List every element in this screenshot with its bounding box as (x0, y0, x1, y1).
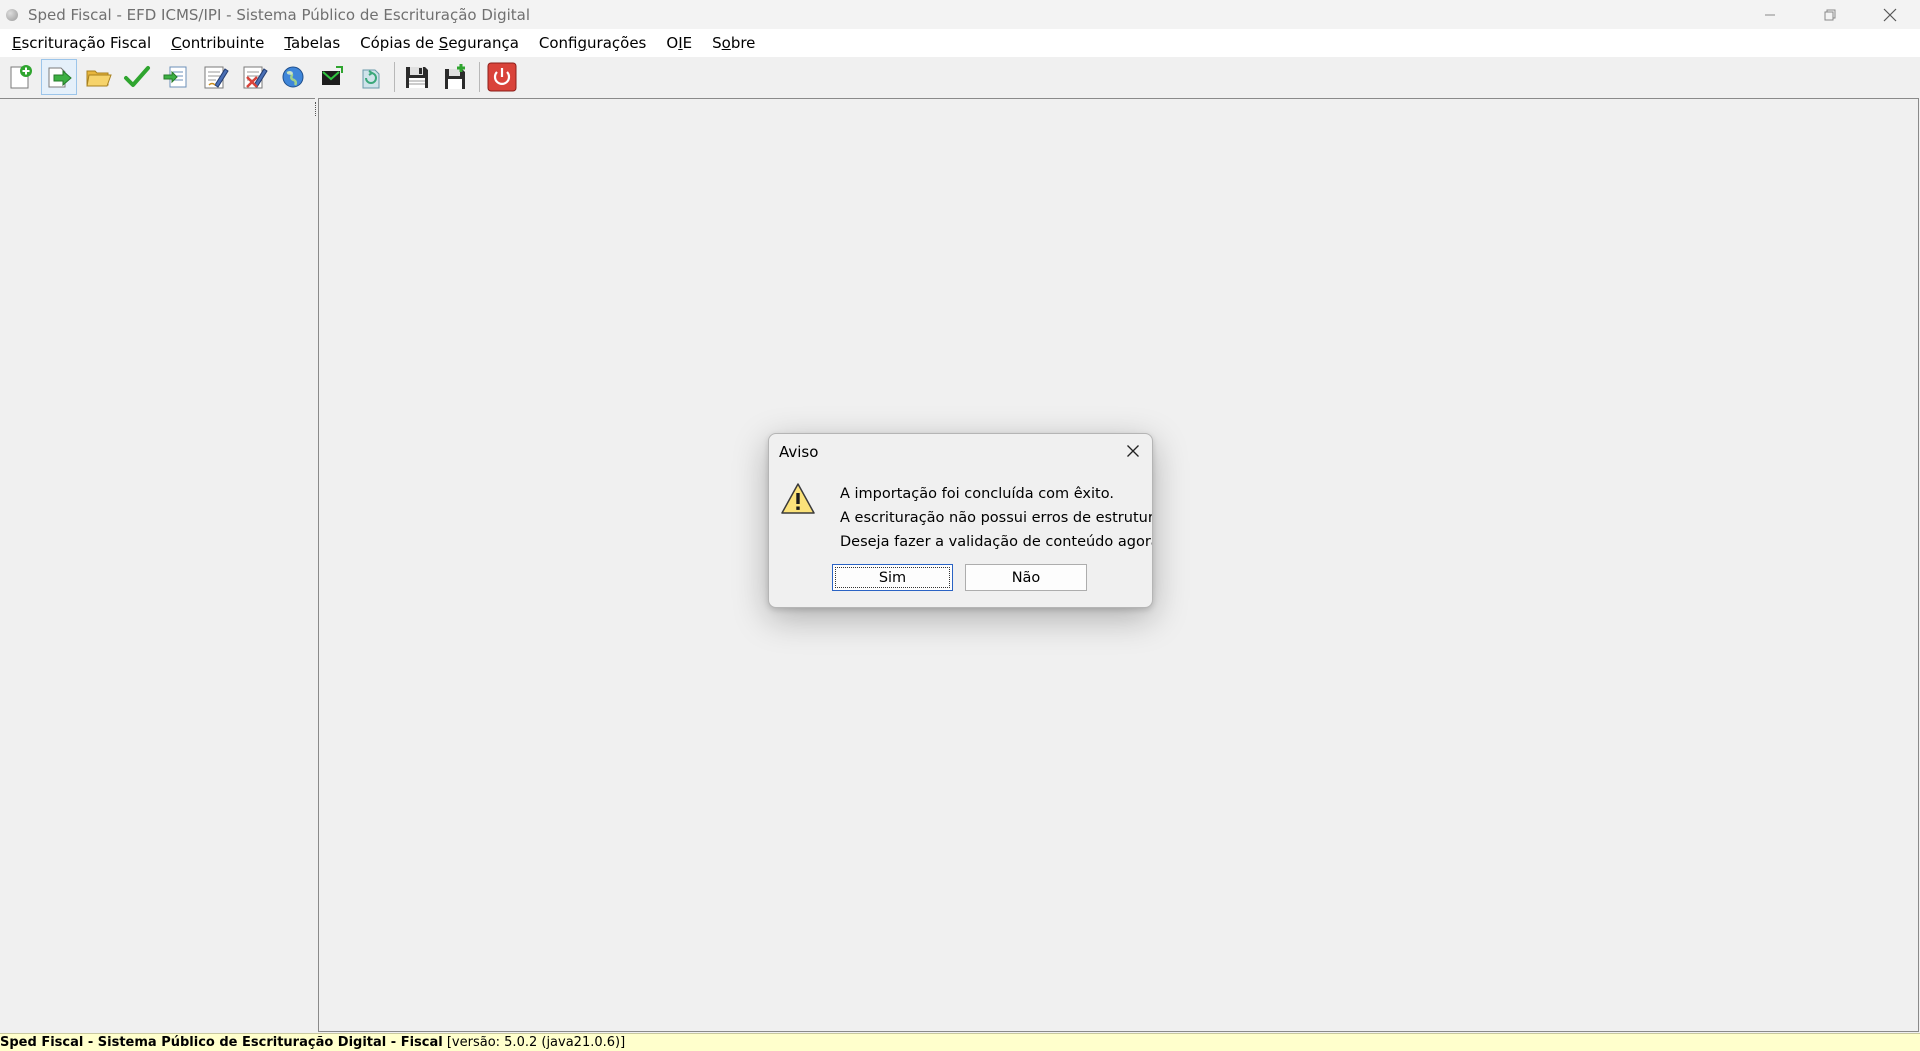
validate-button[interactable] (119, 59, 155, 95)
menu-label: abelas (291, 34, 341, 52)
new-button[interactable] (2, 59, 38, 95)
restore-icon (1824, 9, 1836, 20)
menu-label: E (682, 34, 693, 52)
no-button-label: Não (1011, 569, 1041, 586)
backup-save-icon (406, 66, 428, 88)
menu-bar: Escrituração Fiscal Contribuinte Tabelas… (0, 29, 1920, 57)
status-version: [versão: 5.0.2 (java21.0.6)] (442, 1035, 626, 1050)
menu-label: Cópias de (360, 34, 439, 52)
dialog-message-line: Deseja fazer a validação de conteúdo ago… (840, 534, 1153, 550)
menu-label: S (712, 34, 722, 52)
no-button[interactable]: Não (965, 564, 1087, 591)
dialog-message: A importação foi concluída com êxito. A … (840, 482, 1153, 554)
sign-button[interactable] (197, 59, 233, 95)
import-arrow-icon (48, 67, 72, 87)
dialog-message-line: A importação foi concluída com êxito. (840, 486, 1114, 502)
app-icon (6, 8, 18, 21)
menu-mnemonic: o (721, 34, 731, 52)
restore-save-icon (445, 63, 465, 89)
menu-configuracoes[interactable]: Configurações (530, 34, 655, 52)
exit-button[interactable] (484, 59, 520, 95)
menu-contribuinte[interactable]: Contribuinte (162, 34, 273, 52)
export-button[interactable] (158, 59, 194, 95)
validate-check-icon (124, 65, 150, 87)
transmit-icon (322, 65, 343, 85)
unsign-button[interactable] (236, 59, 272, 95)
new-document-icon (10, 64, 32, 88)
minimize-button[interactable] (1740, 0, 1800, 29)
unsign-icon (243, 66, 268, 88)
menu-copias-de-seguranca[interactable]: Cópias de Segurança (351, 34, 528, 52)
menu-label: O (666, 34, 679, 52)
menu-label: ontribuinte (181, 34, 265, 52)
transmit-button[interactable] (314, 59, 350, 95)
close-button[interactable] (1860, 0, 1920, 29)
menu-label: scrituração Fiscal (21, 34, 152, 52)
navigation-panel (0, 98, 315, 1033)
minimize-icon (1765, 14, 1775, 15)
menu-mnemonic: S (438, 34, 449, 52)
open-folder-icon (86, 70, 112, 86)
warning-dialog: Aviso A importação foi concluída com êxi… (768, 433, 1153, 608)
close-icon (1127, 445, 1139, 457)
menu-label: bre (730, 34, 756, 52)
dialog-title: Aviso (779, 443, 819, 461)
dialog-close-button[interactable] (1124, 442, 1142, 460)
toolbar-separator (394, 61, 395, 92)
open-button[interactable] (80, 59, 116, 95)
status-bar: Sped Fiscal - Sistema Público de Escritu… (0, 1033, 1920, 1051)
globe-icon (282, 66, 304, 87)
import-button[interactable] (41, 58, 77, 95)
menu-label: Confi (538, 34, 578, 52)
menu-escrituracao-fiscal[interactable]: Escrituração Fiscal (3, 34, 160, 52)
title-bar: Sped Fiscal - EFD ICMS/IPI - Sistema Púb… (0, 0, 1920, 29)
window-title: Sped Fiscal - EFD ICMS/IPI - Sistema Púb… (28, 5, 531, 24)
yes-button[interactable]: Sim (832, 564, 953, 591)
exit-power-icon (487, 62, 517, 91)
focus-ring (835, 567, 950, 588)
close-icon (1883, 8, 1897, 21)
status-app-name: Sped Fiscal - Sistema Público de Escritu… (0, 1035, 443, 1050)
export-icon (163, 66, 187, 87)
menu-sobre[interactable]: Sobre (703, 34, 764, 52)
dialog-message-line: A escrituração não possui erros de estru… (840, 510, 1153, 526)
window-controls (1740, 0, 1920, 29)
menu-label: egurança (448, 34, 519, 52)
menu-oie[interactable]: OIE (657, 34, 701, 52)
internet-button[interactable] (275, 59, 311, 95)
receipt-icon (362, 69, 380, 88)
toolbar (0, 57, 1920, 96)
warning-icon (781, 483, 815, 514)
restore-button[interactable] (1800, 0, 1860, 29)
menu-mnemonic: C (171, 34, 182, 52)
menu-mnemonic: g (577, 34, 588, 52)
sign-icon (204, 66, 229, 88)
receipt-button[interactable] (353, 59, 389, 95)
menu-tabelas[interactable]: Tabelas (275, 34, 349, 52)
toolbar-separator (479, 61, 480, 92)
restore-button-tb[interactable] (438, 59, 474, 95)
menu-label: urações (587, 34, 647, 52)
backup-button[interactable] (399, 59, 435, 95)
